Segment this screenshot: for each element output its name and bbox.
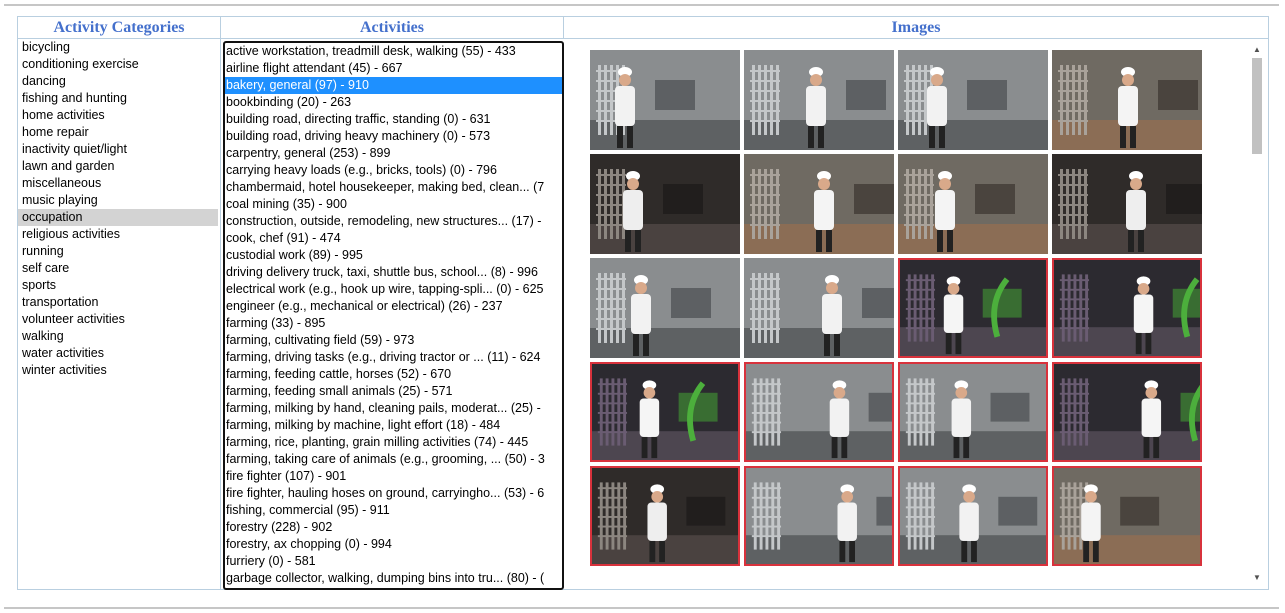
category-item[interactable]: lawn and garden xyxy=(18,158,218,175)
category-item[interactable]: walking xyxy=(18,328,218,345)
activity-item[interactable]: fire fighter, hauling hoses on ground, c… xyxy=(225,485,562,502)
image-thumbnail[interactable] xyxy=(898,50,1048,150)
activity-browser: Activity Categories Activities Images bi… xyxy=(17,16,1269,590)
activity-item[interactable]: hairstylist (e.g., plaiting hair, manicu… xyxy=(225,587,562,588)
category-item[interactable]: home activities xyxy=(18,107,218,124)
activity-item[interactable]: forestry, ax chopping (0) - 994 xyxy=(225,536,562,553)
image-thumbnail[interactable] xyxy=(744,362,894,462)
category-item[interactable]: water activities xyxy=(18,345,218,362)
image-thumbnail[interactable] xyxy=(898,154,1048,254)
activity-item[interactable]: farming, milking by hand, cleaning pails… xyxy=(225,400,562,417)
image-thumbnail[interactable] xyxy=(590,362,740,462)
activity-item[interactable]: bookbinding (20) - 263 xyxy=(225,94,562,111)
activity-item[interactable]: carpentry, general (253) - 899 xyxy=(225,145,562,162)
activity-item[interactable]: garbage collector, walking, dumping bins… xyxy=(225,570,562,587)
image-panel[interactable]: ▲ ▼ xyxy=(566,40,1268,589)
image-thumbnail[interactable] xyxy=(898,362,1048,462)
category-item[interactable]: bicycling xyxy=(18,39,218,56)
image-thumbnail[interactable] xyxy=(1052,50,1202,150)
image-thumbnail[interactable] xyxy=(590,466,740,566)
activity-item[interactable]: active workstation, treadmill desk, walk… xyxy=(225,43,562,60)
image-thumbnail[interactable] xyxy=(1052,258,1202,358)
categories-column-header: Activity Categories xyxy=(18,17,221,39)
category-item[interactable]: volunteer activities xyxy=(18,311,218,328)
category-item[interactable]: running xyxy=(18,243,218,260)
activity-item[interactable]: building road, driving heavy machinery (… xyxy=(225,128,562,145)
scroll-down-arrow-icon[interactable]: ▼ xyxy=(1250,572,1264,584)
activity-item[interactable]: farming, milking by machine, light effor… xyxy=(225,417,562,434)
activity-item[interactable]: chambermaid, hotel housekeeper, making b… xyxy=(225,179,562,196)
image-thumbnail[interactable] xyxy=(590,258,740,358)
image-thumbnail[interactable] xyxy=(1052,154,1202,254)
image-thumbnail[interactable] xyxy=(898,258,1048,358)
category-item[interactable]: transportation xyxy=(18,294,218,311)
category-item[interactable]: sports xyxy=(18,277,218,294)
image-thumbnail[interactable] xyxy=(898,466,1048,566)
activity-item[interactable]: farming, driving tasks (e.g., driving tr… xyxy=(225,349,562,366)
category-item[interactable]: miscellaneous xyxy=(18,175,218,192)
category-item[interactable]: fishing and hunting xyxy=(18,90,218,107)
activity-list[interactable]: active workstation, treadmill desk, walk… xyxy=(223,41,564,590)
image-thumbnail[interactable] xyxy=(1052,362,1202,462)
activity-item[interactable]: driving delivery truck, taxi, shuttle bu… xyxy=(225,264,562,281)
activities-column-header: Activities xyxy=(221,17,564,39)
image-thumbnail[interactable] xyxy=(744,466,894,566)
image-thumbnail[interactable] xyxy=(1052,466,1202,566)
category-item[interactable]: conditioning exercise xyxy=(18,56,218,73)
images-column-header: Images xyxy=(564,17,1268,39)
image-thumbnail[interactable] xyxy=(590,50,740,150)
scroll-up-arrow-icon[interactable]: ▲ xyxy=(1250,44,1264,56)
category-item[interactable]: home repair xyxy=(18,124,218,141)
category-item[interactable]: self care xyxy=(18,260,218,277)
activity-item[interactable]: building road, directing traffic, standi… xyxy=(225,111,562,128)
activity-item[interactable]: coal mining (35) - 900 xyxy=(225,196,562,213)
activity-item[interactable]: farming (33) - 895 xyxy=(225,315,562,332)
activity-item[interactable]: farming, cultivating field (59) - 973 xyxy=(225,332,562,349)
activity-item[interactable]: farming, feeding small animals (25) - 57… xyxy=(225,383,562,400)
category-item[interactable]: occupation xyxy=(18,209,218,226)
scrollbar-thumb[interactable] xyxy=(1252,58,1262,154)
activity-item[interactable]: forestry (228) - 902 xyxy=(225,519,562,536)
scrollbar-track[interactable] xyxy=(1252,58,1262,570)
category-item[interactable]: religious activities xyxy=(18,226,218,243)
activity-item[interactable]: carrying heavy loads (e.g., bricks, tool… xyxy=(225,162,562,179)
category-item[interactable]: inactivity quiet/light xyxy=(18,141,218,158)
category-item[interactable]: winter activities xyxy=(18,362,218,379)
app-frame: Activity Categories Activities Images bi… xyxy=(4,4,1279,609)
image-thumbnail[interactable] xyxy=(744,154,894,254)
activity-item[interactable]: fishing, commercial (95) - 911 xyxy=(225,502,562,519)
image-thumbnail[interactable] xyxy=(744,50,894,150)
activity-item[interactable]: electrical work (e.g., hook up wire, tap… xyxy=(225,281,562,298)
image-thumbnail[interactable] xyxy=(590,154,740,254)
activity-item[interactable]: airline flight attendant (45) - 667 xyxy=(225,60,562,77)
activity-item[interactable]: construction, outside, remodeling, new s… xyxy=(225,213,562,230)
activity-item[interactable]: bakery, general (97) - 910 xyxy=(225,77,562,94)
image-panel-scrollbar[interactable]: ▲ ▼ xyxy=(1250,44,1264,584)
category-item[interactable]: music playing xyxy=(18,192,218,209)
activity-item[interactable]: cook, chef (91) - 474 xyxy=(225,230,562,247)
activity-item[interactable]: engineer (e.g., mechanical or electrical… xyxy=(225,298,562,315)
activity-item[interactable]: fire fighter (107) - 901 xyxy=(225,468,562,485)
category-list[interactable]: bicycling conditioning exercise dancing fis… xyxy=(18,39,221,589)
activity-item[interactable]: farming, rice, planting, grain milling a… xyxy=(225,434,562,451)
category-item[interactable]: dancing xyxy=(18,73,218,90)
activity-item[interactable]: farming, feeding cattle, horses (52) - 6… xyxy=(225,366,562,383)
activity-item[interactable]: custodial work (89) - 995 xyxy=(225,247,562,264)
activity-item[interactable]: furriery (0) - 581 xyxy=(225,553,562,570)
image-thumbnail[interactable] xyxy=(744,258,894,358)
activity-item[interactable]: farming, taking care of animals (e.g., g… xyxy=(225,451,562,468)
